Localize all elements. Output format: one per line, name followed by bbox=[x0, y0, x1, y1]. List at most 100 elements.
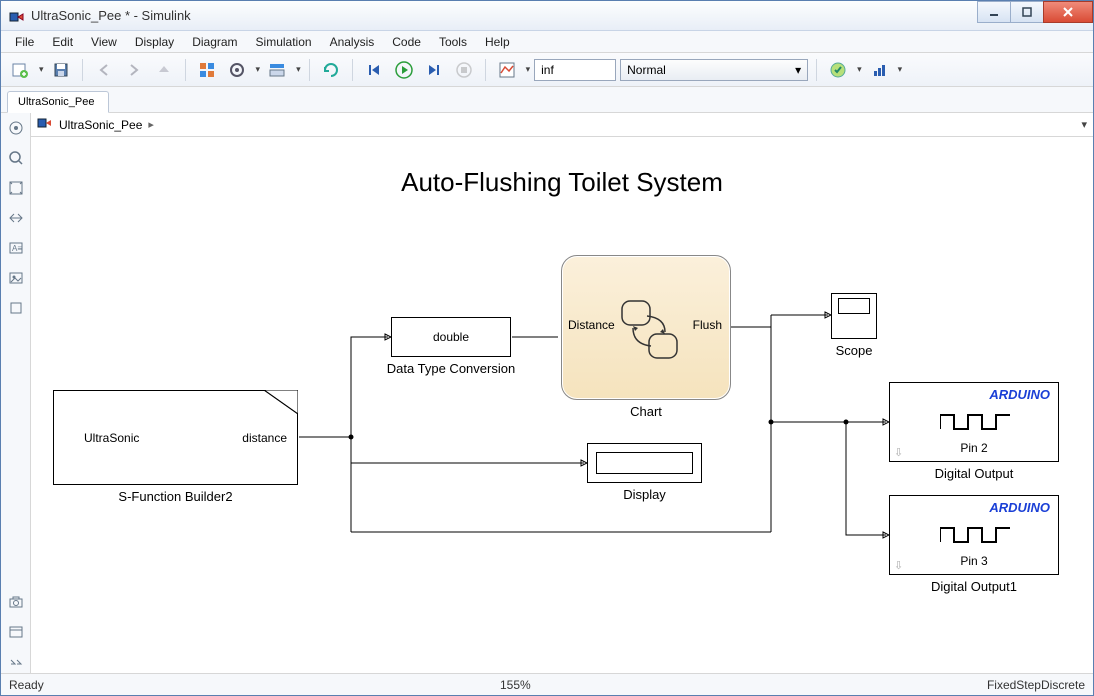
screenshot-button[interactable] bbox=[5, 591, 27, 613]
menu-view[interactable]: View bbox=[83, 33, 125, 51]
simulation-data-inspector-button[interactable] bbox=[494, 57, 520, 83]
explorer-dropdown-icon[interactable]: ▾ bbox=[296, 64, 301, 75]
menubar: File Edit View Display Diagram Simulatio… bbox=[1, 31, 1093, 53]
toolbar-separator bbox=[309, 59, 310, 81]
window-controls bbox=[978, 1, 1093, 30]
minimize-button[interactable] bbox=[977, 1, 1011, 23]
block-digital-output-2[interactable]: ARDUINO Pin 3 ⇩ bbox=[889, 495, 1059, 575]
chevron-down-icon: ▾ bbox=[795, 63, 801, 77]
do2-pin: Pin 3 bbox=[890, 554, 1058, 568]
menu-diagram[interactable]: Diagram bbox=[184, 33, 245, 51]
run-button[interactable] bbox=[391, 57, 417, 83]
sfun-label: S-Function Builder2 bbox=[53, 489, 298, 504]
area-button[interactable] bbox=[5, 297, 27, 319]
block-sfunction-builder[interactable]: UltraSonic distance bbox=[53, 390, 298, 485]
library-browser-button[interactable] bbox=[194, 57, 220, 83]
block-scope[interactable] bbox=[831, 293, 877, 339]
save-button[interactable] bbox=[48, 57, 74, 83]
sfun-text: UltraSonic bbox=[84, 431, 139, 445]
sdi-dropdown-icon[interactable]: ▾ bbox=[526, 64, 531, 75]
titlebar: UltraSonic_Pee * - Simulink bbox=[1, 1, 1093, 31]
sfun-port-label: distance bbox=[242, 431, 287, 445]
image-button[interactable] bbox=[5, 267, 27, 289]
canvas-area: UltraSonic_Pee ▸ ▾ Auto-Flushing Toilet … bbox=[31, 113, 1093, 673]
hide-browser-button[interactable] bbox=[5, 117, 27, 139]
config-dropdown-icon[interactable]: ▾ bbox=[256, 64, 261, 75]
do1-pin: Pin 2 bbox=[890, 441, 1058, 455]
menu-code[interactable]: Code bbox=[384, 33, 429, 51]
menu-file[interactable]: File bbox=[7, 33, 42, 51]
simulation-mode-select[interactable]: Normal ▾ bbox=[620, 59, 808, 81]
advisor-dropdown-icon[interactable]: ▾ bbox=[857, 64, 862, 75]
zoom-button[interactable] bbox=[5, 147, 27, 169]
forward-button[interactable] bbox=[121, 57, 147, 83]
app-window: UltraSonic_Pee * - Simulink File Edit Vi… bbox=[0, 0, 1094, 696]
maximize-button[interactable] bbox=[1010, 1, 1044, 23]
update-diagram-button[interactable] bbox=[318, 57, 344, 83]
breadcrumb-arrow-icon: ▸ bbox=[148, 118, 154, 131]
do2-label: Digital Output1 bbox=[889, 579, 1059, 594]
digital-wave-icon bbox=[940, 524, 1010, 546]
stop-button[interactable] bbox=[451, 57, 477, 83]
toolbar-separator bbox=[185, 59, 186, 81]
toolbar-separator bbox=[352, 59, 353, 81]
model-icon bbox=[37, 115, 53, 134]
model-explorer-button[interactable] bbox=[264, 57, 290, 83]
fit-to-view-button[interactable] bbox=[5, 177, 27, 199]
close-button[interactable] bbox=[1043, 1, 1093, 23]
left-palette: A≡ bbox=[1, 113, 31, 673]
chart-label: Chart bbox=[561, 404, 731, 419]
new-model-dropdown-icon[interactable]: ▾ bbox=[39, 64, 44, 75]
menu-edit[interactable]: Edit bbox=[44, 33, 81, 51]
chart-out-label: Flush bbox=[693, 318, 722, 332]
step-forward-button[interactable] bbox=[421, 57, 447, 83]
digital-wave-icon bbox=[940, 411, 1010, 433]
block-data-type-conversion[interactable]: double bbox=[391, 317, 511, 357]
toggle-perspective-button[interactable] bbox=[5, 207, 27, 229]
input-arrow-icon: ⇩ bbox=[894, 446, 903, 459]
display-label: Display bbox=[587, 487, 702, 502]
menu-help[interactable]: Help bbox=[477, 33, 518, 51]
more-button[interactable] bbox=[5, 651, 27, 673]
block-stateflow-chart[interactable]: Distance Flush bbox=[561, 255, 731, 400]
toolbar-separator bbox=[82, 59, 83, 81]
input-arrow-icon: ⇩ bbox=[894, 559, 903, 572]
diagram-canvas[interactable]: Auto-Flushing Toilet System UltraSonic d… bbox=[31, 137, 1093, 673]
bookmark-button[interactable] bbox=[5, 621, 27, 643]
menu-simulation[interactable]: Simulation bbox=[248, 33, 320, 51]
tabstrip: UltraSonic_Pee bbox=[1, 87, 1093, 113]
up-button[interactable] bbox=[151, 57, 177, 83]
build-dropdown-icon[interactable]: ▾ bbox=[898, 64, 903, 75]
annotation-button[interactable]: A≡ bbox=[5, 237, 27, 259]
dtc-text: double bbox=[433, 330, 469, 344]
build-button[interactable] bbox=[866, 57, 892, 83]
content-row: A≡ UltraSonic_Pee ▸ ▾ Auto-Flushing Toil… bbox=[1, 113, 1093, 673]
breadcrumb-menu-icon[interactable]: ▾ bbox=[1081, 118, 1087, 131]
dtc-label: Data Type Conversion bbox=[371, 361, 531, 376]
step-back-button[interactable] bbox=[361, 57, 387, 83]
scope-label: Scope bbox=[821, 343, 887, 358]
block-digital-output-1[interactable]: ARDUINO Pin 2 ⇩ bbox=[889, 382, 1059, 462]
svg-text:A≡: A≡ bbox=[12, 244, 22, 253]
back-button[interactable] bbox=[91, 57, 117, 83]
stop-time-input[interactable] bbox=[534, 59, 616, 81]
window-title: UltraSonic_Pee * - Simulink bbox=[31, 8, 978, 23]
status-solver: FixedStepDiscrete bbox=[987, 678, 1085, 692]
menu-tools[interactable]: Tools bbox=[431, 33, 475, 51]
statusbar: Ready 155% FixedStepDiscrete bbox=[1, 673, 1093, 695]
menu-display[interactable]: Display bbox=[127, 33, 182, 51]
new-model-button[interactable] bbox=[7, 57, 33, 83]
breadcrumb-model[interactable]: UltraSonic_Pee bbox=[59, 118, 142, 132]
model-advisor-button[interactable] bbox=[825, 57, 851, 83]
block-display[interactable] bbox=[587, 443, 702, 483]
toolbar: ▾ ▾ ▾ ▾ Normal ▾ ▾ ▾ bbox=[1, 53, 1093, 87]
model-tab[interactable]: UltraSonic_Pee bbox=[7, 91, 109, 113]
simulation-mode-value: Normal bbox=[627, 63, 666, 77]
status-left: Ready bbox=[9, 678, 44, 692]
menu-analysis[interactable]: Analysis bbox=[322, 33, 383, 51]
diagram-title: Auto-Flushing Toilet System bbox=[31, 167, 1093, 198]
arduino-brand-label: ARDUINO bbox=[989, 387, 1050, 402]
model-config-button[interactable] bbox=[224, 57, 250, 83]
breadcrumb-bar: UltraSonic_Pee ▸ ▾ bbox=[31, 113, 1093, 137]
toolbar-separator bbox=[485, 59, 486, 81]
